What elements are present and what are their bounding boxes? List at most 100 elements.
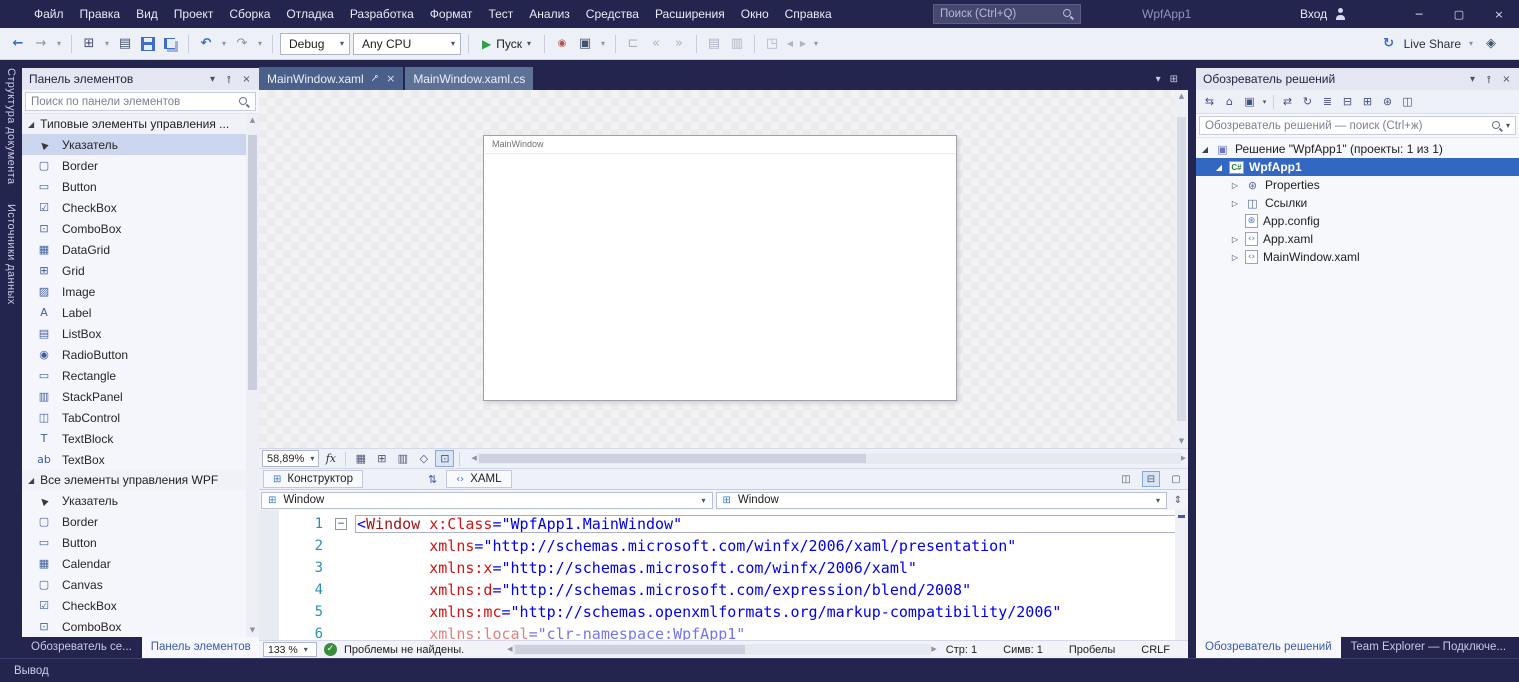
new-item-dropdown[interactable]: ▾: [102, 34, 112, 54]
code-text[interactable]: xmlns="http://schemas.microsoft.com/winf…: [355, 537, 1188, 555]
code-text[interactable]: xmlns:d="http://schemas.microsoft.com/ex…: [355, 581, 1188, 599]
quick-launch-search[interactable]: Поиск (Ctrl+Q): [933, 4, 1081, 24]
output-panel-title[interactable]: Вывод: [14, 665, 49, 677]
save-icon[interactable]: [141, 37, 155, 51]
menu-view[interactable]: Вид: [128, 0, 166, 28]
redo-icon[interactable]: ↷: [232, 34, 252, 54]
snap-to-snaplines-icon[interactable]: ⊡: [435, 450, 454, 467]
scroll-down-icon[interactable]: ▼: [1179, 435, 1184, 448]
active-files-dropdown[interactable]: ▾: [1156, 74, 1161, 85]
code-text[interactable]: xmlns:mc="http://schemas.openxmlformats.…: [355, 603, 1188, 621]
nest-files-icon[interactable]: ≣: [1318, 92, 1337, 111]
scroll-down-icon[interactable]: ▼: [250, 624, 255, 637]
designer-vertical-scrollbar[interactable]: ▲ ▼: [1175, 90, 1188, 448]
pin-icon[interactable]: ⊸: [368, 72, 382, 86]
side-tab-document-outline[interactable]: Структура документа: [5, 68, 17, 184]
toolbox-item-radiobutton[interactable]: ◉RadioButton: [22, 344, 259, 365]
tab-team-explorer[interactable]: Team Explorer — Подключе...: [1342, 637, 1515, 658]
menu-debug[interactable]: Отладка: [278, 0, 341, 28]
new-project-icon[interactable]: ⊞: [79, 34, 99, 54]
scroll-up-icon[interactable]: ▲: [250, 114, 255, 127]
toolbox-item-rectangle[interactable]: ▭Rectangle: [22, 365, 259, 386]
xaml-code-editor[interactable]: 1 − <Window x:Class="WpfApp1.MainWindow"…: [259, 510, 1188, 640]
solution-configurations-select[interactable]: Debug ▾: [280, 33, 350, 55]
tree-item-references[interactable]: ▷ ◫ Ссылки: [1196, 194, 1519, 212]
toolbox-search[interactable]: Поиск по панели элементов: [22, 90, 259, 114]
toolbox-item-pointer[interactable]: ▶Указатель: [22, 134, 259, 155]
properties-icon[interactable]: ⊛: [1378, 92, 1397, 111]
code-line[interactable]: 5 xmlns:mc="http://schemas.openxmlformat…: [259, 601, 1188, 623]
menu-analyze[interactable]: Анализ: [521, 0, 578, 28]
tree-item-mainwindow-xaml[interactable]: ▷ ‹› MainWindow.xaml: [1196, 248, 1519, 266]
tree-item-app-xaml[interactable]: ▷ ‹› App.xaml: [1196, 230, 1519, 248]
uncomment-selection-icon[interactable]: ▥: [727, 34, 747, 54]
code-text[interactable]: <Window x:Class="WpfApp1.MainWindow": [355, 515, 1188, 533]
menu-extensions[interactable]: Расширения: [647, 0, 733, 28]
filter-icon[interactable]: ▣: [1240, 92, 1259, 111]
menu-tools[interactable]: Средства: [578, 0, 647, 28]
code-line[interactable]: 4 xmlns:d="http://schemas.microsoft.com/…: [259, 579, 1188, 601]
toolbox-item-combobox[interactable]: ⊡ComboBox: [22, 616, 259, 637]
scroll-right-icon[interactable]: ▶: [1181, 452, 1186, 465]
maximize-button[interactable]: ▢: [1439, 0, 1479, 28]
toolbox-header[interactable]: Панель элементов ▾ ⊸ ×: [22, 68, 259, 90]
effects-toggle-icon[interactable]: fx: [321, 450, 340, 467]
code-line[interactable]: 3 xmlns:x="http://schemas.microsoft.com/…: [259, 557, 1188, 579]
toolbox-item-image[interactable]: ▨Image: [22, 281, 259, 302]
show-snaplines-icon[interactable]: ▥: [393, 450, 412, 467]
expander-icon[interactable]: ▷: [1230, 181, 1240, 190]
match-braces-icon[interactable]: ⊏: [623, 34, 643, 54]
live-share-label[interactable]: Live Share: [1404, 37, 1461, 51]
editor-horizontal-scrollbar[interactable]: ◀ ▶: [507, 642, 937, 658]
document-tab-mainwindow-xaml[interactable]: MainWindow.xaml ⊸ ×: [259, 67, 403, 90]
toolbox-item-grid[interactable]: ⊞Grid: [22, 260, 259, 281]
scroll-up-icon[interactable]: ▲: [1179, 90, 1184, 103]
navigate-back-icon[interactable]: ←: [8, 34, 28, 54]
scroll-right-icon[interactable]: ▶: [931, 643, 936, 656]
show-all-files-icon[interactable]: ⊞: [1358, 92, 1377, 111]
comment-selection-icon[interactable]: ▤: [704, 34, 724, 54]
increase-indent-icon[interactable]: »: [669, 34, 689, 54]
pin-icon[interactable]: ⊸: [224, 71, 235, 88]
previous-bookmark-icon[interactable]: ◀: [785, 34, 795, 54]
close-button[interactable]: ×: [1479, 0, 1519, 28]
menu-project[interactable]: Проект: [166, 0, 222, 28]
switch-views-icon[interactable]: ⇆: [1200, 92, 1219, 111]
code-line[interactable]: 6 xmlns:local="clr-namespace:WpfApp1": [259, 623, 1188, 640]
editor-vertical-scrollbar[interactable]: [1175, 510, 1188, 640]
undo-icon[interactable]: ↶: [196, 34, 216, 54]
expander-icon[interactable]: ◢: [1200, 145, 1210, 154]
expander-icon[interactable]: ▷: [1230, 199, 1240, 208]
menu-format[interactable]: Формат: [422, 0, 481, 28]
zoom-fit-icon[interactable]: ◇: [414, 450, 433, 467]
refresh-icon[interactable]: ↻: [1298, 92, 1317, 111]
hot-reload-icon[interactable]: ◉: [552, 34, 572, 54]
menu-window[interactable]: Окно: [733, 0, 777, 28]
editor-indicator-margin[interactable]: [259, 510, 279, 640]
close-icon[interactable]: ×: [1498, 74, 1515, 85]
expander-icon[interactable]: ▷: [1230, 235, 1240, 244]
live-share-icon[interactable]: ↻: [1379, 34, 1399, 54]
designer-element-breadcrumb[interactable]: ⊞ Window ▾: [261, 492, 713, 509]
window-position-dropdown[interactable]: ▾: [1464, 74, 1481, 85]
toolbox-item-border[interactable]: ▢Border: [22, 511, 259, 532]
designer-pane-tab[interactable]: ⊞ Конструктор: [263, 470, 363, 488]
toolbox-group-all-wpf[interactable]: ◢ Все элементы управления WPF: [22, 470, 259, 490]
tab-server-explorer[interactable]: Обозреватель се...: [22, 637, 141, 658]
status-spaces[interactable]: Пробелы: [1069, 644, 1115, 656]
document-tab-mainwindow-xaml-cs[interactable]: MainWindow.xaml.cs: [405, 67, 533, 90]
toolbox-item-label[interactable]: ALabel: [22, 302, 259, 323]
tab-toolbox[interactable]: Панель элементов: [142, 637, 260, 658]
sign-in-button[interactable]: Вход: [1300, 0, 1346, 28]
undo-dropdown[interactable]: ▾: [219, 34, 229, 54]
sync-with-active-document-icon[interactable]: ⇄: [1278, 92, 1297, 111]
collapse-pane-icon[interactable]: ▢: [1167, 471, 1185, 487]
toolbox-item-canvas[interactable]: ▢Canvas: [22, 574, 259, 595]
menu-test[interactable]: Тест: [480, 0, 521, 28]
toolbox-item-pointer[interactable]: ▶Указатель: [22, 490, 259, 511]
float-window-icon[interactable]: ⊞: [1170, 74, 1178, 85]
toolbox-group-common-wpf[interactable]: ◢ Типовые элементы управления ...: [22, 114, 259, 134]
status-eol[interactable]: CRLF: [1141, 644, 1170, 656]
snap-to-grid-icon[interactable]: ⊞: [372, 450, 391, 467]
vertical-split-icon[interactable]: ◫: [1117, 471, 1135, 487]
